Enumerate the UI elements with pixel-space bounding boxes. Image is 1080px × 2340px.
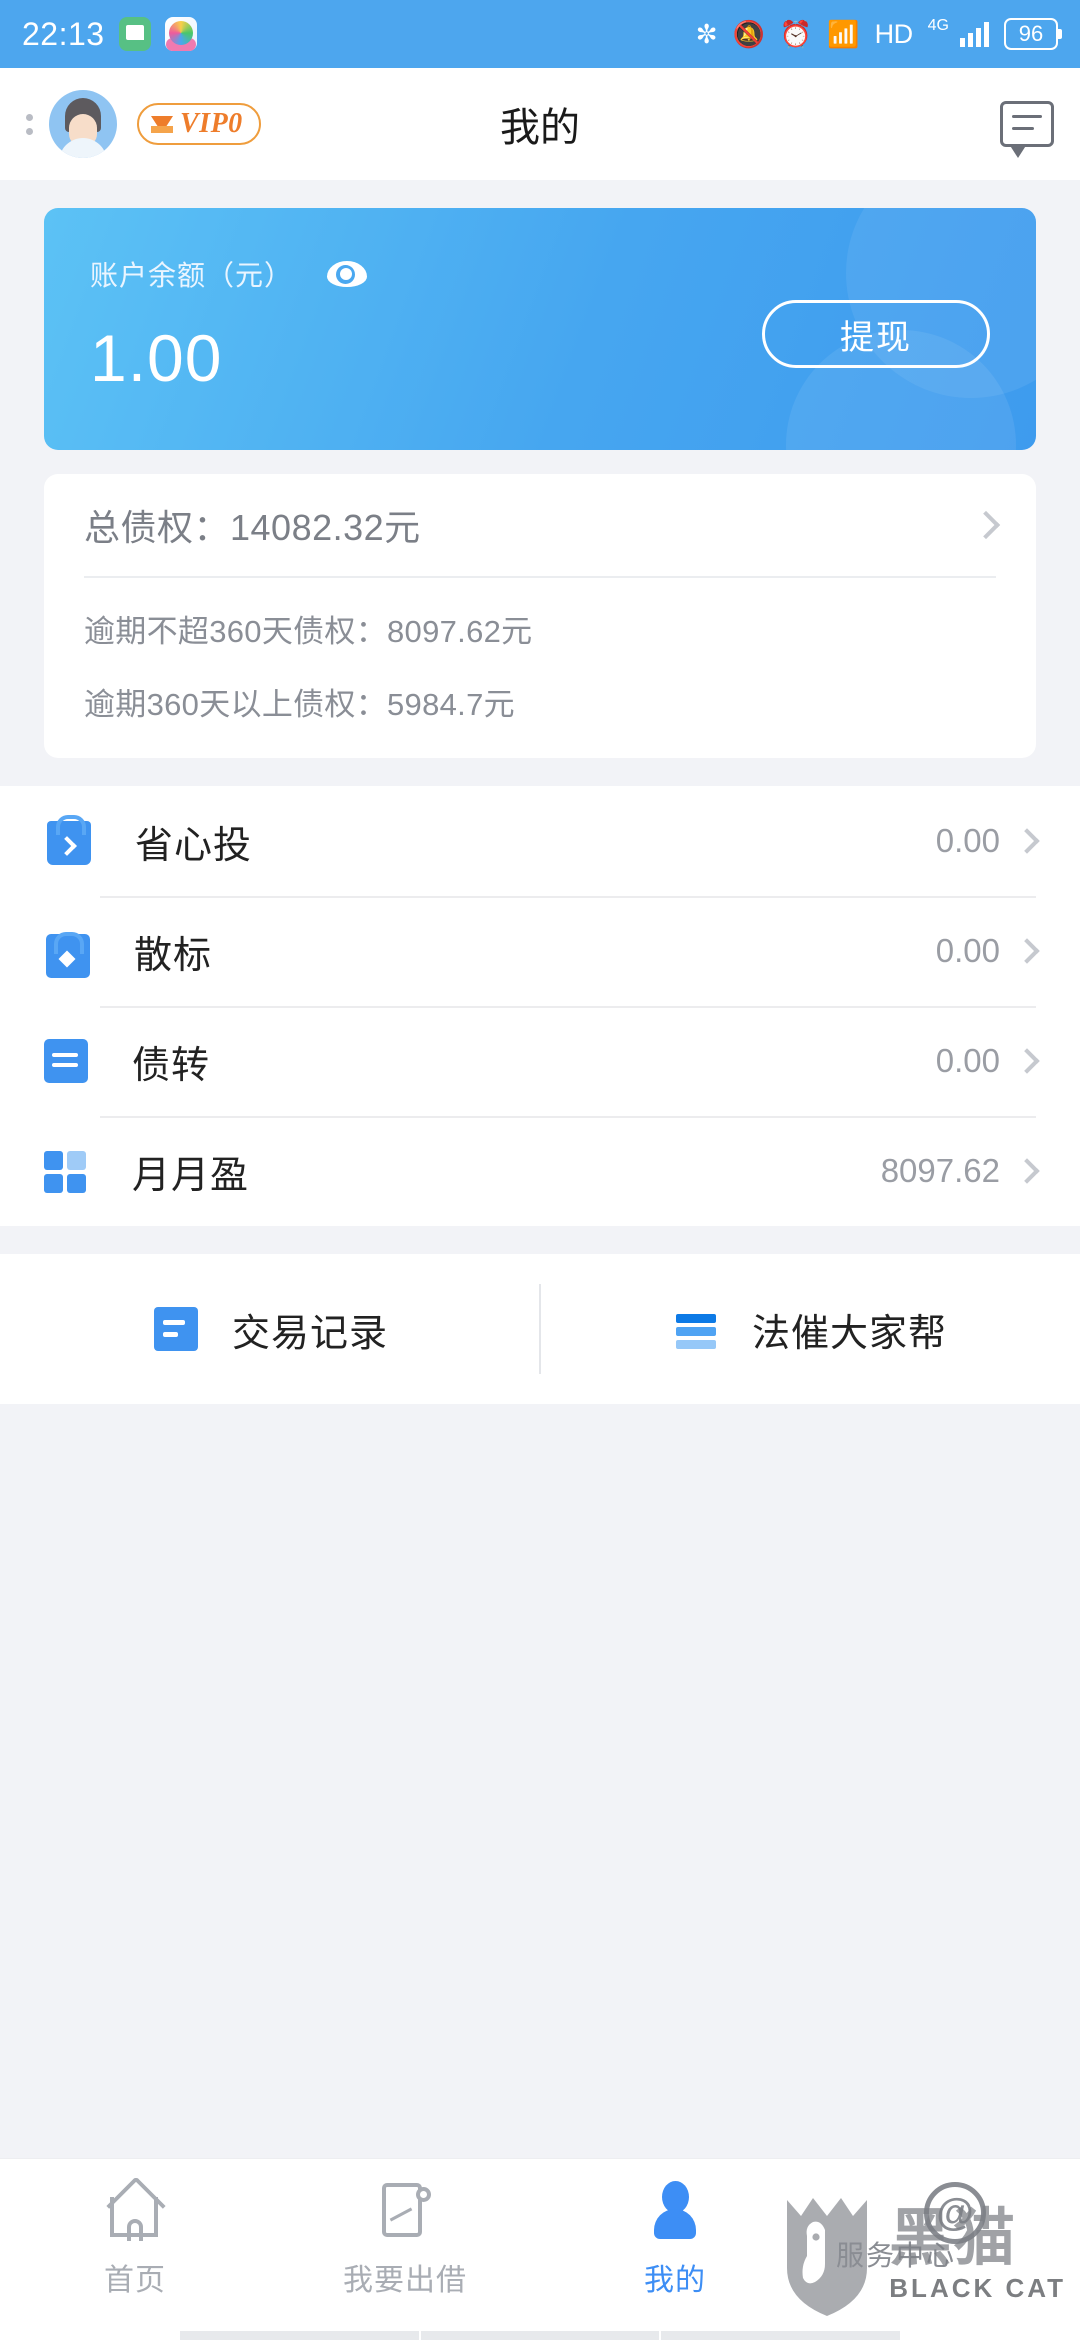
balance-label: 账户余额（元） bbox=[90, 260, 294, 291]
eye-visibility-icon[interactable] bbox=[327, 261, 368, 287]
list-item-label: 省心投 bbox=[135, 824, 253, 867]
list-item-label: 散标 bbox=[134, 934, 213, 977]
watermark-en: BLACK CAT bbox=[889, 2273, 1066, 2303]
overdue-under-360-label: 逾期不超360天债权：8097.62元 bbox=[84, 614, 533, 649]
chevron-right-icon bbox=[1014, 1158, 1040, 1184]
nav-item-home[interactable]: 首页 bbox=[0, 2181, 270, 2299]
more-dots-icon[interactable] bbox=[26, 113, 33, 135]
chevron-right-icon bbox=[1014, 828, 1040, 854]
withdraw-button[interactable]: 提现 bbox=[762, 300, 990, 368]
section-divider bbox=[0, 758, 1080, 786]
product-list: 省心投 0.00 散标 0.00 债转 0.00 月月盈 8097.62 bbox=[0, 786, 1080, 1226]
bag-icon bbox=[47, 815, 91, 865]
list-item[interactable]: 债转 0.00 bbox=[44, 1006, 1040, 1116]
list-item-label: 债转 bbox=[132, 1044, 211, 1087]
chevron-right-icon bbox=[1014, 1048, 1040, 1074]
watermark: 黑猫 BLACK CAT bbox=[779, 2190, 1066, 2318]
network-type-label: 4G bbox=[927, 17, 949, 34]
list-item-label: 月月盈 bbox=[132, 1154, 250, 1197]
diamond-icon bbox=[151, 115, 173, 133]
shortcut-label: 交易记录 bbox=[231, 1312, 388, 1355]
gesture-indicator bbox=[180, 2331, 901, 2340]
app-header: VIP0 我的 bbox=[0, 68, 1080, 180]
list-item-value: 8097.62 bbox=[880, 1152, 1000, 1189]
debt-summary-card[interactable]: 总债权：14082.32元 逾期不超360天债权：8097.62元 逾期360天… bbox=[44, 474, 1036, 758]
bluetooth-icon: ✼ bbox=[695, 19, 718, 49]
status-bar-clock: 22:13 bbox=[22, 15, 105, 52]
list-item-value: 0.00 bbox=[935, 932, 1000, 969]
cat-logo-icon bbox=[779, 2190, 875, 2318]
shortcut-bar: 交易记录 法催大家帮 bbox=[0, 1254, 1080, 1404]
vip-label: VIP0 bbox=[180, 108, 243, 139]
page-body: 账户余额（元） 1.00 提现 总债权：14082.32元 逾期不超360天债权… bbox=[0, 180, 1080, 758]
battery-indicator: 96 bbox=[1004, 18, 1062, 50]
lock-icon bbox=[46, 932, 90, 978]
list-item[interactable]: 省心投 0.00 bbox=[44, 786, 1040, 896]
message-app-icon bbox=[118, 17, 151, 51]
lend-icon bbox=[376, 2181, 434, 2241]
swap-icon bbox=[44, 1039, 88, 1083]
shortcut-legal-collection[interactable]: 法催大家帮 bbox=[541, 1302, 1080, 1357]
chevron-right-icon bbox=[1014, 938, 1040, 964]
list-item-value: 0.00 bbox=[935, 822, 1000, 859]
nav-item-mine[interactable]: 我的 bbox=[540, 2181, 810, 2299]
list-item[interactable]: 月月盈 8097.62 bbox=[44, 1116, 1040, 1226]
signal-bars-icon bbox=[960, 21, 989, 47]
shortcut-label: 法催大家帮 bbox=[751, 1312, 947, 1355]
nav-item-lend[interactable]: 我要出借 bbox=[270, 2181, 540, 2299]
alarm-icon: ⏰ bbox=[779, 19, 813, 49]
total-debt-row[interactable]: 总债权：14082.32元 bbox=[84, 474, 1001, 578]
grid-icon bbox=[44, 1149, 88, 1193]
stripes-icon bbox=[674, 1307, 718, 1351]
status-bar-right: ✼ 🔕 ⏰ 📶 HD 4G 96 bbox=[695, 17, 1062, 50]
chevron-right-icon bbox=[971, 510, 1001, 540]
person-icon bbox=[646, 2181, 704, 2241]
hd-label: HD bbox=[874, 18, 914, 49]
watermark-text: 黑猫 BLACK CAT bbox=[889, 2201, 1066, 2303]
status-bar-left: 22:13 bbox=[22, 16, 197, 53]
home-icon bbox=[106, 2181, 164, 2241]
document-icon bbox=[153, 1307, 198, 1351]
nav-label: 我要出借 bbox=[343, 2264, 467, 2297]
list-item-value: 0.00 bbox=[935, 1042, 1000, 1079]
avatar[interactable] bbox=[49, 90, 117, 158]
wifi-icon: 📶 bbox=[827, 19, 860, 49]
balance-card: 账户余额（元） 1.00 提现 bbox=[44, 208, 1036, 450]
overdue-over-360-label: 逾期360天以上债权：5984.7元 bbox=[84, 687, 515, 722]
mute-icon: 🔕 bbox=[732, 19, 765, 49]
nav-label: 我的 bbox=[644, 2264, 706, 2297]
shortcut-transaction-records[interactable]: 交易记录 bbox=[0, 1302, 539, 1357]
app-screen: 22:13 ✼ 🔕 ⏰ 📶 HD 4G 96 VIP0 我的 账户余额（元） 1… bbox=[0, 0, 1080, 2340]
watermark-cn: 黑猫 bbox=[889, 2201, 1018, 2274]
list-item[interactable]: 散标 0.00 bbox=[44, 896, 1040, 1006]
status-bar: 22:13 ✼ 🔕 ⏰ 📶 HD 4G 96 bbox=[0, 0, 1080, 68]
message-icon[interactable] bbox=[1000, 101, 1054, 158]
total-debt-label: 总债权：14082.32元 bbox=[84, 507, 421, 548]
section-divider bbox=[0, 1226, 1080, 1254]
vip-badge[interactable]: VIP0 bbox=[137, 103, 261, 145]
media-app-icon bbox=[164, 17, 197, 51]
nav-label: 首页 bbox=[104, 2264, 166, 2297]
